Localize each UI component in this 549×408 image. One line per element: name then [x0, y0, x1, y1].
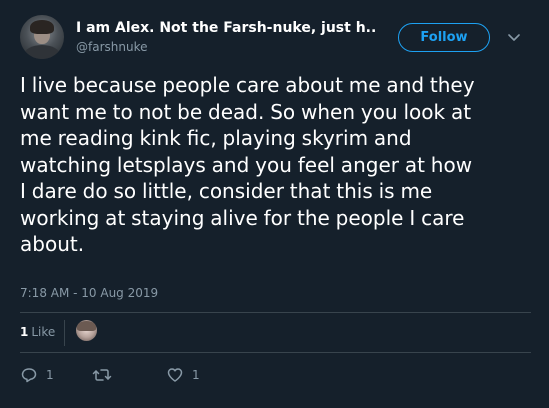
- heart-icon: [166, 366, 184, 384]
- liker-avatar[interactable]: [76, 320, 97, 341]
- reply-icon: [20, 366, 38, 384]
- tweet-text-line: want me to not be dead. So when you look…: [20, 99, 472, 124]
- tweet-timestamp[interactable]: 7:18 AM - 10 Aug 2019: [20, 286, 158, 300]
- chevron-down-icon[interactable]: [506, 29, 522, 45]
- stats-separator: [64, 320, 65, 346]
- likes-count: 1: [20, 325, 29, 339]
- liker-avatar-hair: [77, 321, 96, 331]
- reply-button[interactable]: 1: [20, 366, 54, 384]
- like-count: 1: [192, 368, 200, 382]
- divider: [20, 312, 531, 313]
- likes-label: Like: [31, 325, 56, 339]
- avatar-hair: [30, 20, 54, 34]
- like-button[interactable]: 1: [166, 366, 200, 384]
- avatar-shoulders: [24, 45, 60, 59]
- author-display-name[interactable]: I am Alex. Not the Farsh-nuke, just h...: [76, 20, 376, 36]
- author-avatar[interactable]: [20, 15, 64, 59]
- tweet-text-line: me reading kink fic, playing skyrim and: [20, 126, 412, 150]
- retweet-icon: [92, 366, 112, 384]
- tweet-text-line: watching letsplays and you feel anger at…: [20, 152, 473, 177]
- reply-count: 1: [46, 368, 54, 382]
- tweet-card: I am Alex. Not the Farsh-nuke, just h...…: [0, 0, 549, 408]
- tweet-text-line: about.: [20, 232, 85, 256]
- follow-button[interactable]: Follow: [398, 23, 490, 52]
- tweet-text-line: I live because people care about me and …: [20, 73, 475, 97]
- author-handle[interactable]: @farshnuke: [76, 40, 147, 54]
- retweet-button[interactable]: [92, 366, 120, 384]
- tweet-text: I live because people care about me and …: [20, 72, 535, 258]
- tweet-text-line: I dare do so little, consider that this …: [20, 179, 433, 203]
- likes-stat[interactable]: 1 Like: [20, 325, 55, 339]
- divider: [20, 352, 531, 353]
- tweet-text-line: working at staying alive for the people …: [20, 205, 465, 230]
